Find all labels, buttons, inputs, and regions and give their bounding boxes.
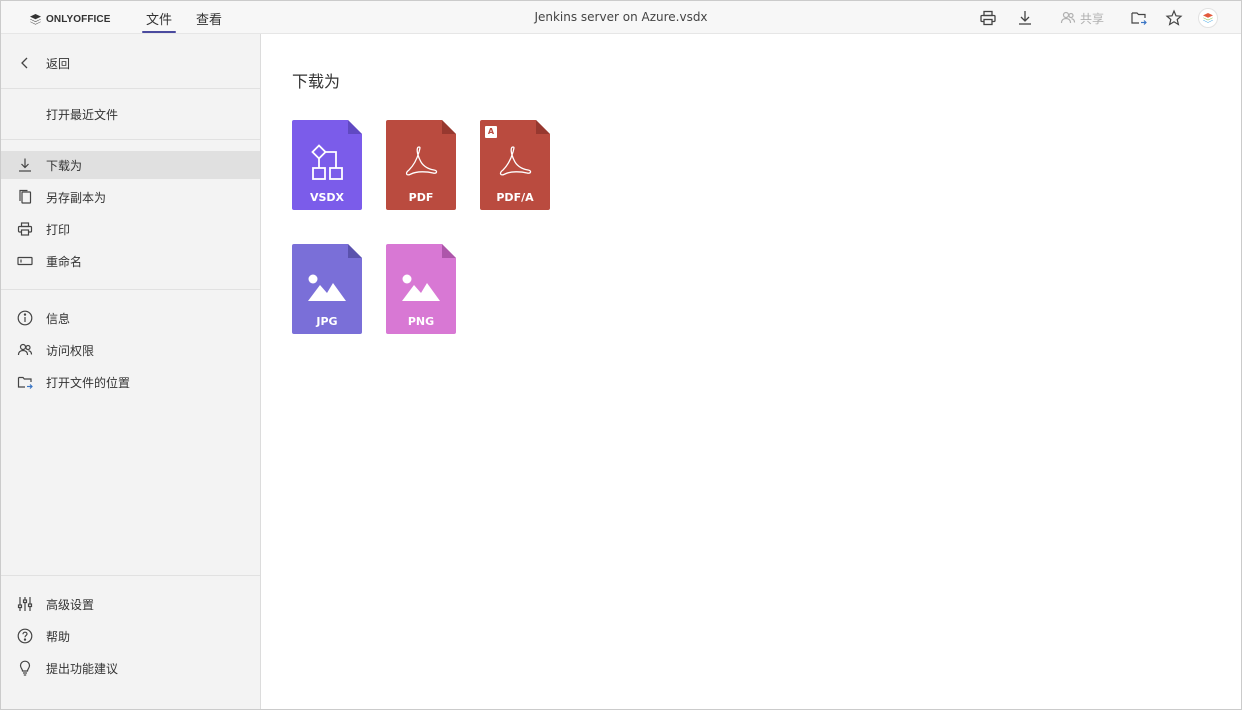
sidebar-label-save-copy: 另存副本为 xyxy=(46,191,107,205)
sidebar-label-access: 访问权限 xyxy=(46,344,95,358)
tab-view[interactable]: 查看 xyxy=(196,9,222,28)
help-icon xyxy=(17,628,33,644)
sidebar-label-download-as: 下载为 xyxy=(46,159,83,173)
download-icon xyxy=(17,157,33,173)
sidebar-item-download-as[interactable]: 下载为 xyxy=(1,151,260,179)
format-label: JPG xyxy=(316,315,338,328)
share-label: 共享 xyxy=(1079,11,1104,26)
sidebar-label-help: 帮助 xyxy=(46,630,71,644)
sidebar-item-help[interactable]: 帮助 xyxy=(1,622,260,650)
sidebar-label-back: 返回 xyxy=(46,57,71,71)
format-label: VSDX xyxy=(309,191,345,204)
divider xyxy=(1,139,260,140)
pdfa-badge: A xyxy=(485,126,497,138)
divider xyxy=(1,575,260,576)
sidebar-item-recent[interactable]: 打开最近文件 xyxy=(1,100,260,128)
acrobat-icon xyxy=(499,146,532,176)
sidebar-label-suggest: 提出功能建议 xyxy=(46,662,119,676)
app-window: ONLYOFFICE 文件 查看 Jenkins server on Azure… xyxy=(0,0,1242,710)
download-icon xyxy=(1019,11,1031,25)
rename-icon xyxy=(17,253,33,269)
folder-arrow-icon xyxy=(1131,12,1147,25)
acrobat-icon xyxy=(405,146,438,176)
info-icon xyxy=(17,310,33,326)
onlyoffice-avatar-icon xyxy=(1203,13,1213,23)
divider xyxy=(1,289,260,290)
download-as-panel: 下载为 VSDX PDF A PDF/A JPG PNG xyxy=(262,34,1241,709)
sidebar-label-open-location: 打开文件的位置 xyxy=(46,376,131,390)
sliders-icon xyxy=(17,596,33,612)
sidebar-item-print[interactable]: 打印 xyxy=(1,215,260,243)
app-logo: ONLYOFFICE xyxy=(29,12,111,26)
sidebar-item-advanced-settings[interactable]: 高级设置 xyxy=(1,590,260,618)
star-icon xyxy=(1165,9,1183,26)
panel-title: 下载为 xyxy=(292,72,341,91)
image-icon xyxy=(308,274,346,301)
printer-icon xyxy=(980,10,996,26)
format-label: PNG xyxy=(407,315,435,328)
printer-icon xyxy=(17,221,33,237)
sidebar-item-open-location[interactable]: 打开文件的位置 xyxy=(1,368,260,396)
favorite-button[interactable] xyxy=(1164,8,1184,28)
sidebar-item-access[interactable]: 访问权限 xyxy=(1,336,260,364)
users-icon xyxy=(1060,11,1076,24)
share-button[interactable]: 共享 xyxy=(1058,8,1106,28)
format-jpg-button[interactable]: JPG xyxy=(292,244,362,334)
chevron-left-icon xyxy=(17,55,33,71)
lightbulb-icon xyxy=(17,660,33,676)
sidebar-item-back[interactable]: 返回 xyxy=(1,49,260,77)
format-label: PDF/A xyxy=(496,191,534,204)
format-pdfa-button[interactable]: A PDF/A xyxy=(480,120,550,210)
document-title: Jenkins server on Azure.vsdx xyxy=(534,10,708,24)
image-icon xyxy=(402,274,440,301)
sidebar-label-recent: 打开最近文件 xyxy=(46,108,119,122)
sidebar-label-rename: 重命名 xyxy=(46,255,83,269)
copy-icon xyxy=(17,189,33,205)
sidebar-label-print: 打印 xyxy=(46,223,71,237)
sidebar-item-save-copy[interactable]: 另存副本为 xyxy=(1,183,260,211)
logo-text: ONLYOFFICE xyxy=(46,13,111,25)
divider xyxy=(1,88,260,89)
format-png-button[interactable]: PNG xyxy=(386,244,456,334)
open-location-button[interactable] xyxy=(1129,8,1149,28)
format-label: PDF xyxy=(408,191,434,204)
tab-file[interactable]: 文件 xyxy=(141,9,177,33)
format-pdf-button[interactable]: PDF xyxy=(386,120,456,210)
sidebar-item-suggest-feature[interactable]: 提出功能建议 xyxy=(1,654,260,682)
file-menu-sidebar: 返回 打开最近文件 下载为 另存副本为 打印 重命名 信息 访问权限 打开文件的… xyxy=(1,34,261,709)
sidebar-label-advanced: 高级设置 xyxy=(46,598,95,612)
sidebar-label-info: 信息 xyxy=(46,312,71,326)
onlyoffice-logo-icon xyxy=(30,13,41,25)
users-icon xyxy=(17,342,33,358)
diagram-icon xyxy=(311,144,343,180)
folder-arrow-icon xyxy=(17,374,33,390)
format-vsdx-button[interactable]: VSDX xyxy=(292,120,362,210)
user-avatar[interactable] xyxy=(1198,8,1218,28)
sidebar-item-info[interactable]: 信息 xyxy=(1,304,260,332)
title-bar: ONLYOFFICE 文件 查看 Jenkins server on Azure… xyxy=(1,1,1241,34)
sidebar-item-rename[interactable]: 重命名 xyxy=(1,247,260,275)
print-button[interactable] xyxy=(978,8,998,28)
download-button[interactable] xyxy=(1015,8,1035,28)
